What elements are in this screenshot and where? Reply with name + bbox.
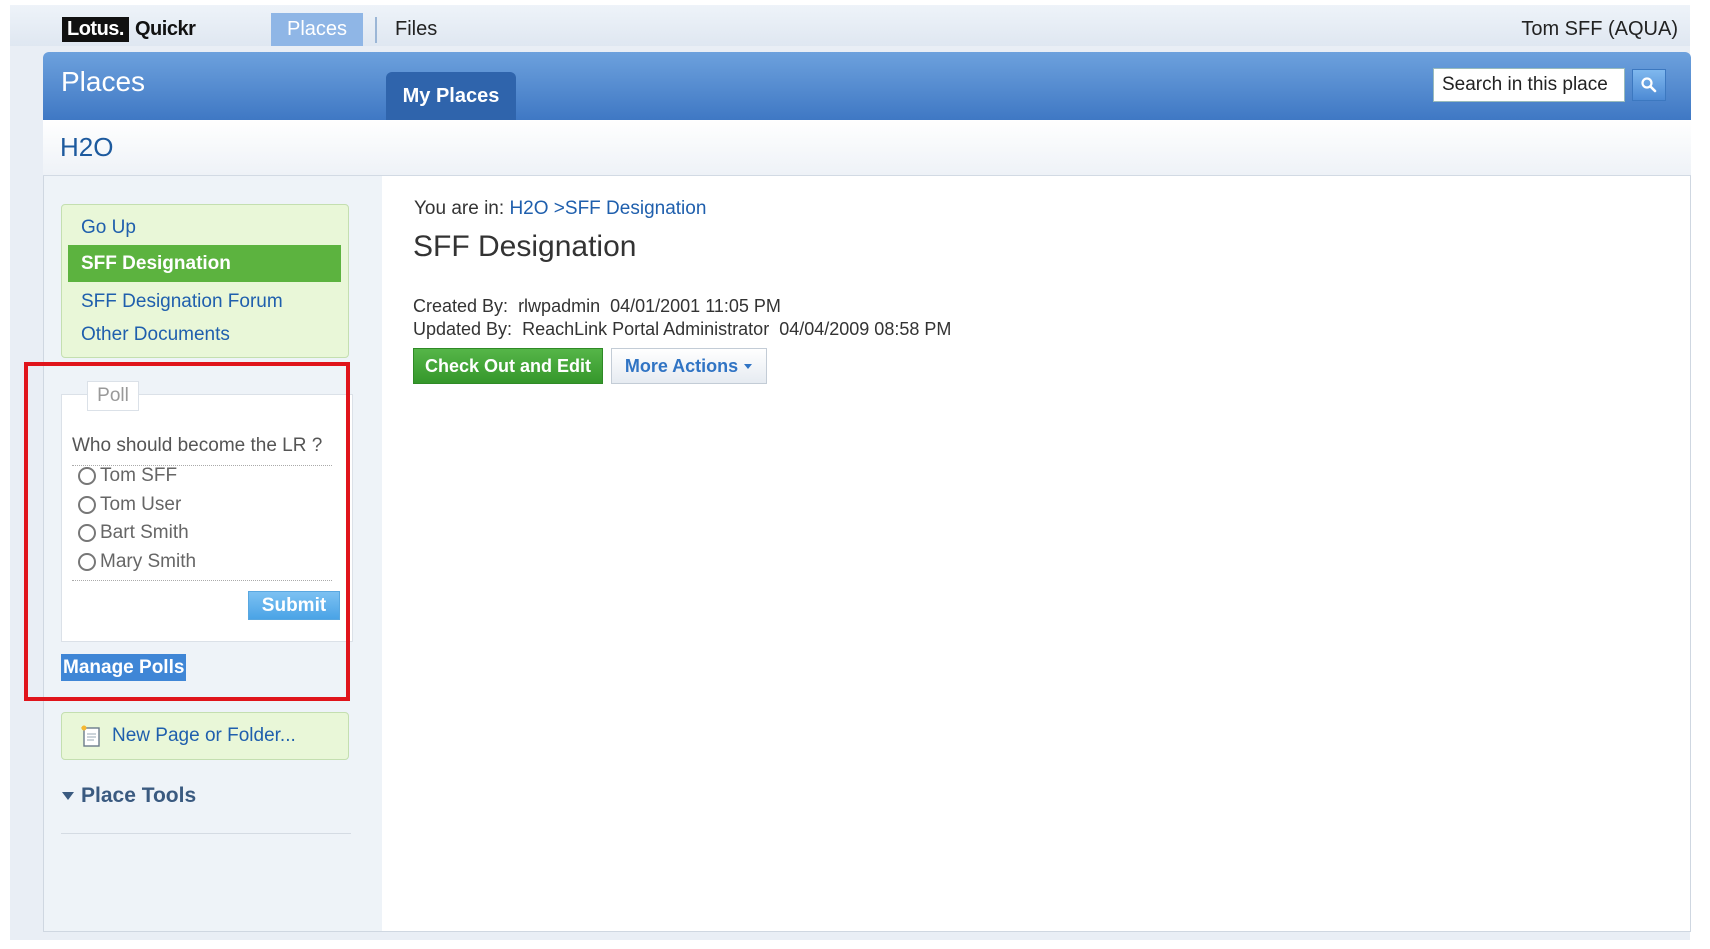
created-label: Created By:: [413, 296, 509, 316]
more-actions-label: More Actions: [624, 355, 739, 376]
highlight-annotation: [24, 362, 350, 701]
logo-product: Quickr: [135, 17, 196, 40]
logo-brand: Lotus.: [62, 16, 129, 42]
breadcrumb-link-h2o[interactable]: H2O: [509, 198, 548, 219]
breadcrumb: You are in: H2O >SFF Designation: [414, 198, 706, 220]
place-navigation: Go Up SFF Designation SFF Designation Fo…: [61, 204, 349, 358]
place-header: H2O: [43, 120, 1691, 176]
app-frame: Lotus. Quickr Places Files Tom SFF (AQUA…: [10, 5, 1691, 940]
product-logo: Lotus. Quickr: [62, 15, 196, 43]
chevron-down-icon: [744, 364, 753, 369]
sidebar: Go Up SFF Designation SFF Designation Fo…: [24, 176, 382, 931]
nav-other-documents[interactable]: Other Documents: [81, 324, 230, 346]
place-title[interactable]: H2O: [60, 132, 113, 163]
nav-files[interactable]: Files: [395, 18, 437, 41]
search-input[interactable]: Search in this place: [1433, 68, 1625, 102]
created-by: rlwpadmin: [518, 296, 601, 316]
banner-title: Places: [61, 66, 146, 97]
tab-my-places[interactable]: My Places: [386, 72, 516, 120]
place-tools-label: Place Tools: [81, 784, 197, 807]
created-info: Created By: rlwpadmin 04/01/2001 11:05 P…: [413, 296, 781, 317]
places-banner: Places My Places Search in this place: [43, 52, 1691, 120]
top-bar: Lotus. Quickr Places Files Tom SFF (AQUA…: [10, 5, 1690, 46]
updated-by: ReachLink Portal Administrator: [522, 319, 770, 339]
page-title: SFF Designation: [413, 230, 637, 263]
nav-sff-designation-forum[interactable]: SFF Designation Forum: [81, 291, 283, 313]
updated-label: Updated By:: [413, 319, 513, 339]
breadcrumb-prefix: You are in:: [414, 198, 505, 219]
new-page-label: New Page or Folder...: [112, 725, 296, 746]
nav-sff-designation[interactable]: SFF Designation: [68, 245, 341, 282]
nav-go-up[interactable]: Go Up: [81, 217, 136, 239]
search-icon: [1641, 77, 1657, 93]
breadcrumb-link-sff-designation[interactable]: >SFF Designation: [554, 198, 707, 219]
nav-separator: [375, 17, 377, 43]
updated-info: Updated By: ReachLink Portal Administrat…: [413, 319, 951, 340]
content-area: Go Up SFF Designation SFF Designation Fo…: [24, 176, 1691, 932]
new-page-icon: [81, 725, 100, 747]
check-out-and-edit-button[interactable]: Check Out and Edit: [413, 348, 603, 384]
user-name[interactable]: Tom SFF (AQUA): [1521, 18, 1678, 41]
triangle-down-icon: [62, 792, 74, 800]
search-button[interactable]: [1632, 69, 1666, 101]
created-date: 04/01/2001 11:05 PM: [610, 296, 781, 316]
new-page-button[interactable]: New Page or Folder...: [61, 712, 349, 760]
more-actions-button[interactable]: More Actions: [611, 348, 767, 384]
updated-date: 04/04/2009 08:58 PM: [779, 319, 952, 339]
tools-divider: [61, 833, 351, 834]
nav-places[interactable]: Places: [271, 13, 363, 46]
place-tools-toggle[interactable]: Place Tools: [61, 784, 196, 808]
